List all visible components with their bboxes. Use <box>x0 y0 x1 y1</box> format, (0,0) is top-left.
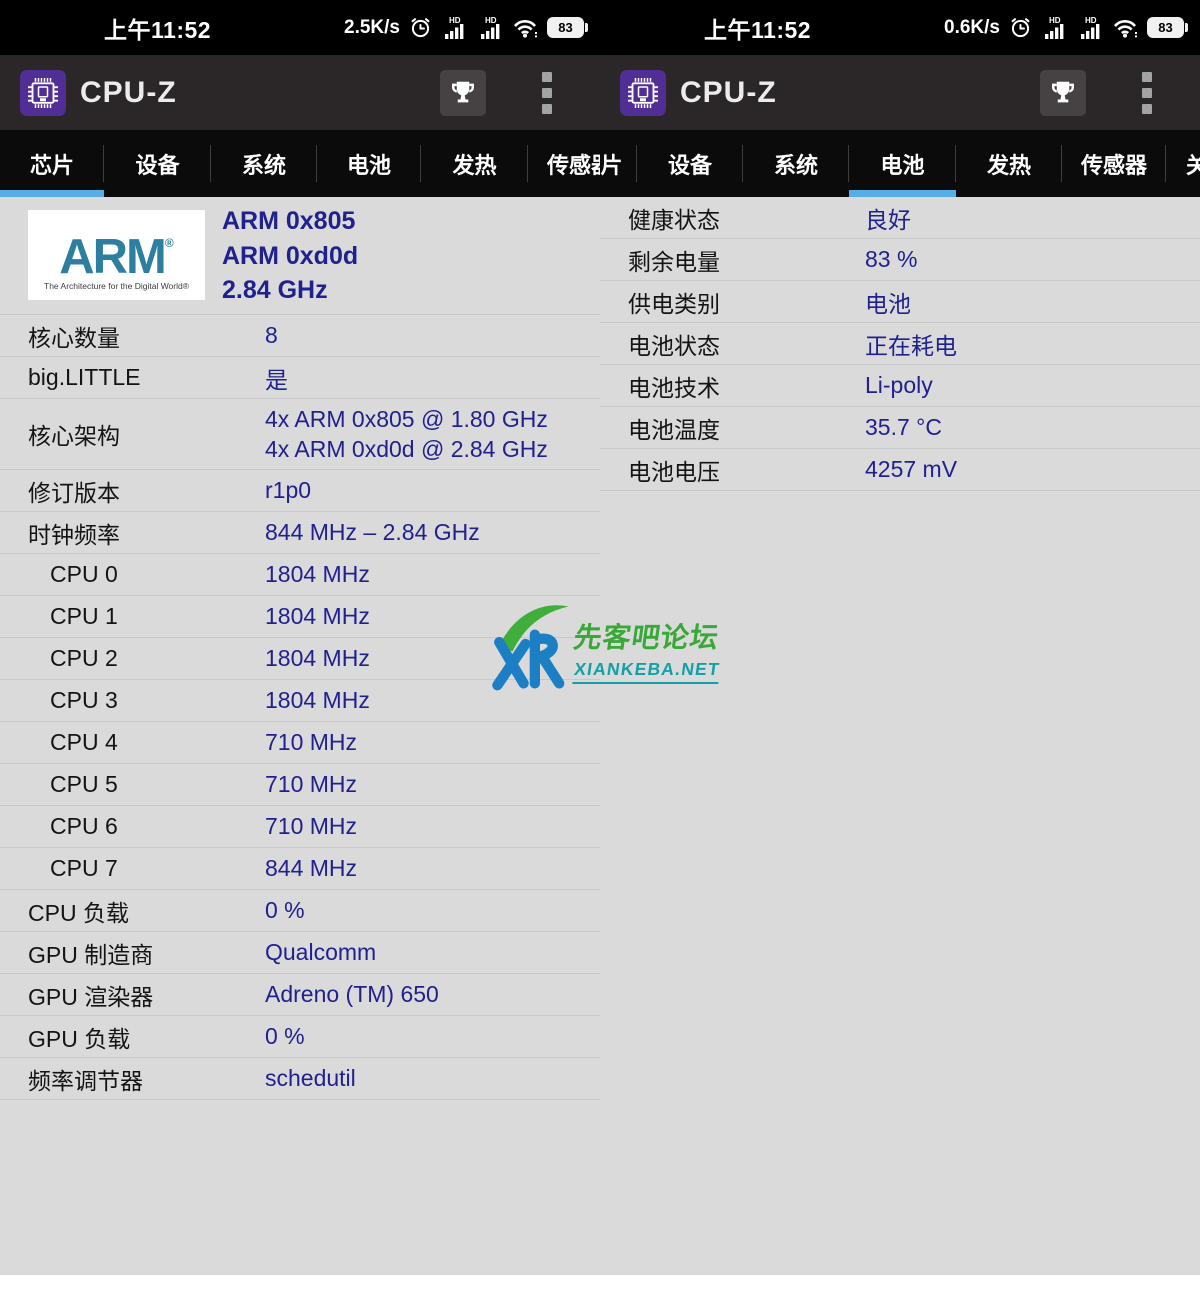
tab-bar: 芯片 设备 系统 电池 发热 传感器 关 <box>600 130 1200 197</box>
info-row: CPU 6710 MHz <box>0 806 600 848</box>
sim1-signal-icon: HD <box>1041 15 1068 40</box>
tab-system[interactable]: 系统 <box>211 130 317 197</box>
tab-chip-partial[interactable]: 芯片 <box>600 130 637 197</box>
tab-sensors[interactable]: 传感器 <box>528 130 600 197</box>
info-row: 电池温度35.7 °C <box>600 407 1200 449</box>
tab-about-partial[interactable]: 关 <box>1166 130 1200 197</box>
info-row: 剩余电量83 % <box>600 239 1200 281</box>
battery-percent-text: 83 <box>1158 20 1172 35</box>
net-speed-text: 0.6K/s <box>944 17 1000 39</box>
info-row: GPU 渲染器Adreno (TM) 650 <box>0 974 600 1016</box>
cpu-name-line1: ARM 0x805 <box>222 204 358 239</box>
wifi-icon <box>513 17 538 39</box>
clock-text: 上午11:52 <box>704 11 811 45</box>
battery-nub <box>585 23 588 32</box>
cpu-freq-line: 2.84 GHz <box>222 273 358 308</box>
alarm-clock-icon <box>409 16 432 39</box>
info-row: GPU 制造商Qualcomm <box>0 932 600 974</box>
tab-bar: 芯片 设备 系统 电池 发热 传感器 <box>0 130 600 197</box>
arm-tagline: The Architecture for the Digital World® <box>44 281 189 291</box>
watermark-site-url: XIANKEBA.NET <box>573 659 722 684</box>
clock-text: 上午11:52 <box>104 11 211 45</box>
info-row: 健康状态良好 <box>600 197 1200 239</box>
watermark-text: 先客吧论坛 XIANKEBA.NET <box>574 616 720 684</box>
battery-indicator: 83 <box>547 17 588 38</box>
app-bar: CPU-Z <box>600 55 1200 130</box>
watermark-title: 先客吧论坛 <box>572 616 723 656</box>
trophy-button[interactable] <box>440 70 486 116</box>
tab-device[interactable]: 设备 <box>637 130 743 197</box>
tab-system[interactable]: 系统 <box>743 130 849 197</box>
info-row: CPU 4710 MHz <box>0 722 600 764</box>
app-title: CPU-Z <box>80 76 440 110</box>
info-row: big.LITTLE是 <box>0 357 600 399</box>
tab-sensors[interactable]: 传感器 <box>1062 130 1166 197</box>
tab-thermal[interactable]: 发热 <box>956 130 1062 197</box>
status-icons: 0.6K/s HD HD <box>944 15 1188 40</box>
sim2-signal-icon: HD <box>477 15 504 40</box>
info-row: CPU 01804 MHz <box>0 554 600 596</box>
tab-device[interactable]: 设备 <box>104 130 211 197</box>
cpuz-app-icon <box>20 70 66 116</box>
svg-text:HD: HD <box>449 16 461 25</box>
dual-screenshot-canvas: 上午11:52 2.5K/s HD HD <box>0 0 1200 1300</box>
cpu-name-line2: ARM 0xd0d <box>222 239 358 274</box>
status-bar: 上午11:52 0.6K/s HD HD <box>600 0 1200 55</box>
chip-content-scroll[interactable]: ARM® The Architecture for the Digital Wo… <box>0 197 600 1275</box>
xiankeba-logo-icon <box>488 596 572 692</box>
info-row: 电池技术Li-poly <box>600 365 1200 407</box>
svg-text:HD: HD <box>1049 16 1061 25</box>
svg-text:HD: HD <box>485 16 497 25</box>
page-bottom-margin <box>0 1275 1200 1300</box>
info-row: CPU 5710 MHz <box>0 764 600 806</box>
cpu-header: ARM® The Architecture for the Digital Wo… <box>0 197 600 315</box>
info-row: 核心数量8 <box>0 315 600 357</box>
alarm-clock-icon <box>1009 16 1032 39</box>
sim1-signal-icon: HD <box>441 15 468 40</box>
info-row: 修订版本r1p0 <box>0 470 600 512</box>
battery-indicator: 83 <box>1147 17 1188 38</box>
tab-battery[interactable]: 电池 <box>849 130 956 197</box>
battery-nub <box>1185 23 1188 32</box>
sim2-signal-icon: HD <box>1077 15 1104 40</box>
trophy-icon <box>1048 78 1078 108</box>
app-title: CPU-Z <box>680 76 1040 110</box>
trophy-icon <box>448 78 478 108</box>
status-icons: 2.5K/s HD HD <box>344 15 588 40</box>
net-speed-text: 2.5K/s <box>344 17 400 39</box>
tab-chip[interactable]: 芯片 <box>0 130 104 197</box>
cpu-title-lines: ARM 0x805 ARM 0xd0d 2.84 GHz <box>222 204 358 308</box>
info-row: 电池电压4257 mV <box>600 449 1200 491</box>
arm-logo: ARM® The Architecture for the Digital Wo… <box>28 210 205 300</box>
wifi-icon <box>1113 17 1138 39</box>
battery-content-scroll[interactable]: 健康状态良好 剩余电量83 % 供电类别电池 电池状态正在耗电 电池技术Li-p… <box>600 197 1200 1275</box>
overflow-menu-button[interactable] <box>538 68 556 118</box>
status-bar: 上午11:52 2.5K/s HD HD <box>0 0 600 55</box>
info-row: CPU 7844 MHz <box>0 848 600 890</box>
trophy-button[interactable] <box>1040 70 1086 116</box>
battery-percent-text: 83 <box>558 20 572 35</box>
tab-thermal[interactable]: 发热 <box>421 130 528 197</box>
svg-text:HD: HD <box>1085 16 1097 25</box>
info-row: 时钟频率844 MHz – 2.84 GHz <box>0 512 600 554</box>
info-row: 供电类别电池 <box>600 281 1200 323</box>
info-row: 核心架构4x ARM 0x805 @ 1.80 GHz4x ARM 0xd0d … <box>0 399 600 470</box>
info-row: 电池状态正在耗电 <box>600 323 1200 365</box>
site-watermark: 先客吧论坛 XIANKEBA.NET <box>488 596 720 702</box>
app-bar: CPU-Z <box>0 55 600 130</box>
overflow-menu-button[interactable] <box>1138 68 1156 118</box>
cpuz-app-icon <box>620 70 666 116</box>
info-row: 频率调节器schedutil <box>0 1058 600 1100</box>
info-row: CPU 负载0 % <box>0 890 600 932</box>
info-row: GPU 负载0 % <box>0 1016 600 1058</box>
tab-battery[interactable]: 电池 <box>317 130 421 197</box>
